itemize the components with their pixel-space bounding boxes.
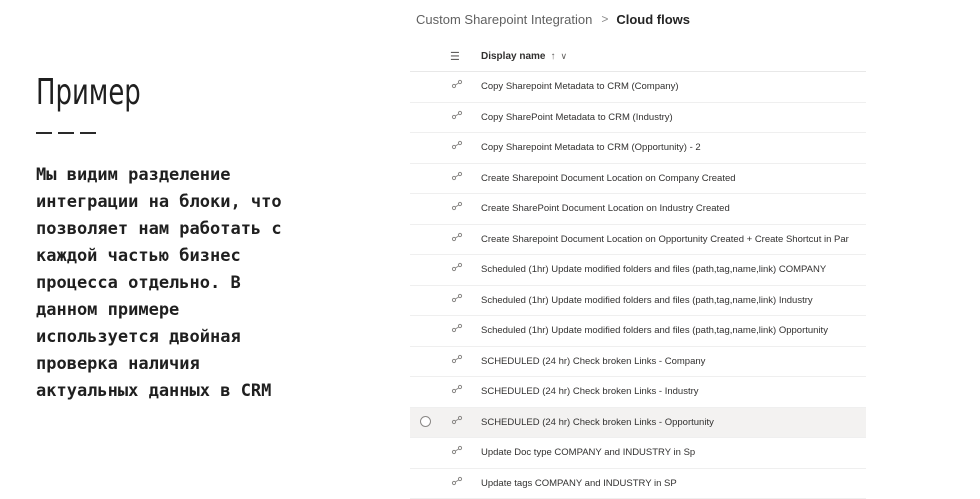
table-row[interactable]: Create Sharepoint Document Location on C… xyxy=(410,164,866,195)
flow-icon xyxy=(451,139,463,151)
flow-icon xyxy=(451,444,463,456)
flow-icon xyxy=(451,322,463,334)
flow-icon xyxy=(451,200,463,212)
flow-name-link[interactable]: SCHEDULED (24 hr) Check broken Links - I… xyxy=(481,386,699,397)
title-divider xyxy=(36,132,96,134)
flow-icon xyxy=(451,78,463,90)
table-row[interactable]: Copy SharePoint Metadata to CRM (Industr… xyxy=(410,103,866,134)
table-row[interactable]: Scheduled (1hr) Update modified folders … xyxy=(410,255,866,286)
table-row[interactable]: SCHEDULED (24 hr) Check broken Links - I… xyxy=(410,377,866,408)
table-row[interactable]: SCHEDULED (24 hr) Check broken Links - O… xyxy=(410,408,866,439)
table-row[interactable]: Update tags COMPANY and INDUSTRY in SP xyxy=(410,469,866,499)
table-row[interactable]: Copy Sharepoint Metadata to CRM (Opportu… xyxy=(410,133,866,164)
chevron-down-icon[interactable]: ∨ xyxy=(560,51,567,62)
flow-name-link[interactable]: Copy Sharepoint Metadata to CRM (Company… xyxy=(481,81,678,92)
sort-ascending-icon: ↑ xyxy=(550,51,555,62)
flow-icon xyxy=(451,475,463,487)
flow-icon xyxy=(451,231,463,243)
flow-icon xyxy=(451,261,463,273)
divider-dash xyxy=(36,132,52,134)
flow-name-link[interactable]: Create Sharepoint Document Location on O… xyxy=(481,234,849,245)
flow-name-link[interactable]: Copy SharePoint Metadata to CRM (Industr… xyxy=(481,112,673,123)
table-row[interactable]: Scheduled (1hr) Update modified folders … xyxy=(410,286,866,317)
flow-icon xyxy=(451,170,463,182)
flow-icon xyxy=(451,383,463,395)
list-type-icon[interactable]: ☰ xyxy=(450,50,464,63)
flow-name-link[interactable]: Update Doc type COMPANY and INDUSTRY in … xyxy=(481,447,695,458)
table-body: Copy Sharepoint Metadata to CRM (Company… xyxy=(410,72,866,499)
table-row[interactable]: Scheduled (1hr) Update modified folders … xyxy=(410,316,866,347)
flow-icon xyxy=(451,109,463,121)
flow-name-link[interactable]: Copy Sharepoint Metadata to CRM (Opportu… xyxy=(481,142,701,153)
flow-name-link[interactable]: Scheduled (1hr) Update modified folders … xyxy=(481,264,826,275)
table-row[interactable]: Create Sharepoint Document Location on O… xyxy=(410,225,866,256)
slide-body-text: Мы видим разделение интеграции на блоки,… xyxy=(36,162,326,405)
flow-icon xyxy=(451,353,463,365)
flow-name-link[interactable]: SCHEDULED (24 hr) Check broken Links - O… xyxy=(481,417,714,428)
flow-name-link[interactable]: Scheduled (1hr) Update modified folders … xyxy=(481,325,828,336)
flow-name-link[interactable]: Create Sharepoint Document Location on C… xyxy=(481,173,736,184)
breadcrumb-solution-link[interactable]: Custom Sharepoint Integration xyxy=(416,12,592,27)
breadcrumb: Custom Sharepoint Integration > Cloud fl… xyxy=(416,10,690,28)
table-row[interactable]: SCHEDULED (24 hr) Check broken Links - C… xyxy=(410,347,866,378)
cloud-flows-table: ☰ Display name ↑ ∨ Copy Sharepoint Metad… xyxy=(410,41,866,499)
flow-icon xyxy=(451,414,463,426)
table-row[interactable]: Update Doc type COMPANY and INDUSTRY in … xyxy=(410,438,866,469)
flow-name-link[interactable]: Update tags COMPANY and INDUSTRY in SP xyxy=(481,478,677,489)
table-row[interactable]: Create SharePoint Document Location on I… xyxy=(410,194,866,225)
flow-name-link[interactable]: Scheduled (1hr) Update modified folders … xyxy=(481,295,813,306)
breadcrumb-current: Cloud flows xyxy=(616,12,690,27)
row-select-radio[interactable] xyxy=(420,416,431,427)
flow-name-link[interactable]: SCHEDULED (24 hr) Check broken Links - C… xyxy=(481,356,705,367)
flow-icon xyxy=(451,292,463,304)
table-row[interactable]: Copy Sharepoint Metadata to CRM (Company… xyxy=(410,72,866,103)
divider-dash xyxy=(80,132,96,134)
column-header-display-name[interactable]: Display name xyxy=(481,51,545,62)
chevron-right-icon: > xyxy=(601,12,608,26)
slide-title: Пример xyxy=(36,72,141,113)
flow-name-link[interactable]: Create SharePoint Document Location on I… xyxy=(481,203,730,214)
table-header: ☰ Display name ↑ ∨ xyxy=(410,41,866,72)
divider-dash xyxy=(58,132,74,134)
